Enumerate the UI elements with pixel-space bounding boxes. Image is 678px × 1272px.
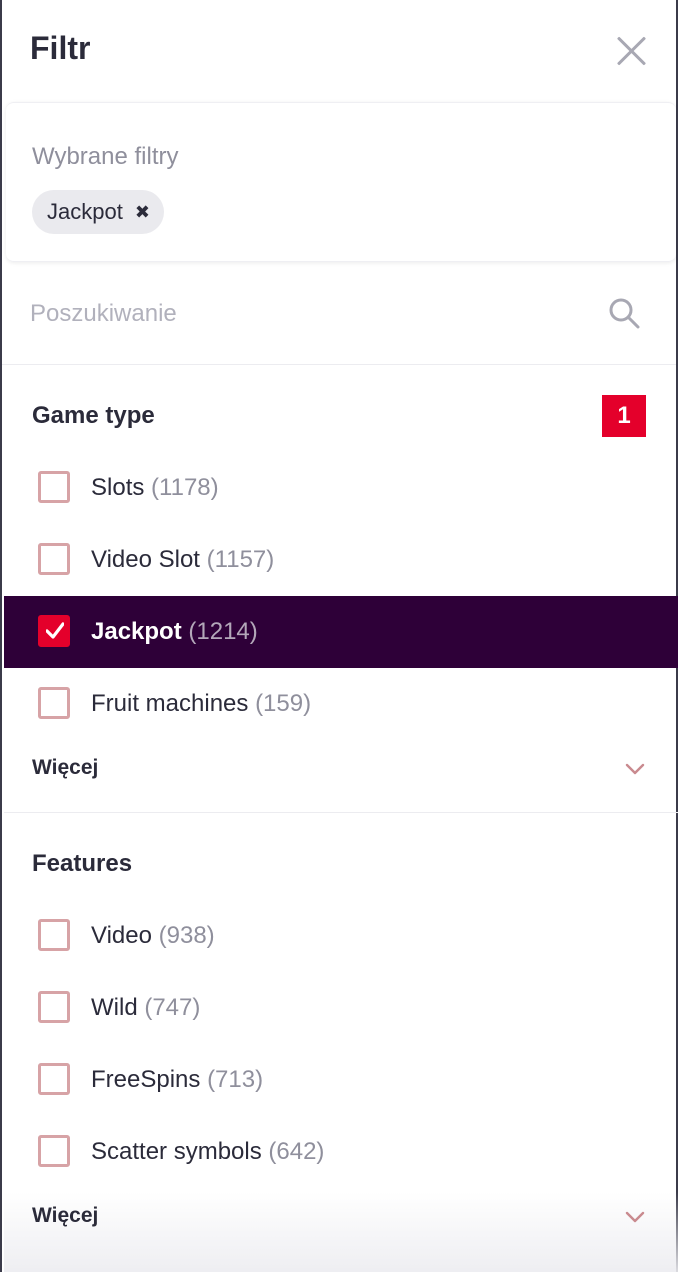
option-count: (1214) bbox=[188, 618, 258, 645]
checkbox[interactable] bbox=[38, 543, 70, 575]
option-label: Slots bbox=[91, 474, 145, 501]
show-more-features[interactable]: Więcej bbox=[4, 1192, 678, 1242]
chip-remove-icon[interactable]: ✖ bbox=[135, 203, 150, 221]
section-title-game-type: Game type bbox=[32, 402, 155, 429]
close-icon[interactable] bbox=[616, 36, 646, 66]
filter-chip-label: Jackpot bbox=[47, 199, 123, 224]
checkbox[interactable] bbox=[38, 687, 70, 719]
filter-header: Filtr bbox=[2, 0, 676, 102]
option-count: (1157) bbox=[206, 546, 275, 573]
check-icon bbox=[46, 622, 64, 639]
option-count: (938) bbox=[158, 922, 215, 949]
option-wild[interactable]: Wild (747) bbox=[4, 972, 678, 1044]
selected-filters-label: Wybrane filtry bbox=[32, 143, 179, 170]
option-label: Video bbox=[91, 922, 152, 949]
option-scatter-symbols[interactable]: Scatter symbols (642) bbox=[4, 1116, 678, 1188]
show-more-label: Więcej bbox=[32, 1204, 99, 1227]
checkbox[interactable] bbox=[38, 1135, 70, 1167]
option-count: (642) bbox=[268, 1138, 325, 1165]
option-video[interactable]: Video (938) bbox=[4, 900, 678, 972]
option-count: (747) bbox=[144, 994, 201, 1021]
option-label: Wild bbox=[91, 994, 138, 1021]
option-label: FreeSpins bbox=[91, 1066, 201, 1093]
section-title-features: Features bbox=[32, 850, 133, 877]
panel-title: Filtr bbox=[30, 30, 91, 66]
selected-count-badge: 1 bbox=[602, 395, 646, 437]
checkbox[interactable] bbox=[38, 919, 70, 951]
option-slots[interactable]: Slots (1178) bbox=[4, 452, 678, 524]
checkbox-checked[interactable] bbox=[38, 615, 70, 647]
section-divider bbox=[4, 812, 678, 813]
search-icon[interactable] bbox=[608, 297, 640, 329]
filter-chip-jackpot[interactable]: Jackpot ✖ bbox=[32, 190, 164, 234]
option-jackpot[interactable]: Jackpot (1214) bbox=[4, 596, 678, 668]
option-count: (713) bbox=[207, 1066, 264, 1093]
search-bar bbox=[2, 263, 676, 365]
option-count: (1178) bbox=[151, 474, 219, 501]
option-fruit-machines[interactable]: Fruit machines (159) bbox=[4, 668, 678, 740]
option-label: Fruit machines bbox=[91, 690, 249, 717]
chevron-down-icon bbox=[625, 1211, 645, 1223]
filter-panel: Filtr Wybrane filtry Jackpot ✖ Game type… bbox=[0, 0, 678, 1272]
option-count: (159) bbox=[255, 690, 312, 717]
option-label: Jackpot bbox=[91, 618, 182, 645]
checkbox[interactable] bbox=[38, 1063, 70, 1095]
option-label: Scatter symbols bbox=[91, 1138, 262, 1165]
chevron-down-icon bbox=[625, 763, 645, 775]
show-more-game-type[interactable]: Więcej bbox=[4, 744, 678, 794]
option-label: Video Slot bbox=[91, 546, 200, 573]
show-more-label: Więcej bbox=[32, 756, 99, 779]
checkbox[interactable] bbox=[38, 471, 70, 503]
search-input[interactable] bbox=[30, 293, 590, 335]
option-video-slot[interactable]: Video Slot (1157) bbox=[4, 524, 678, 596]
selected-filters: Wybrane filtry Jackpot ✖ bbox=[6, 102, 676, 262]
checkbox[interactable] bbox=[38, 991, 70, 1023]
option-freespins[interactable]: FreeSpins (713) bbox=[4, 1044, 678, 1116]
